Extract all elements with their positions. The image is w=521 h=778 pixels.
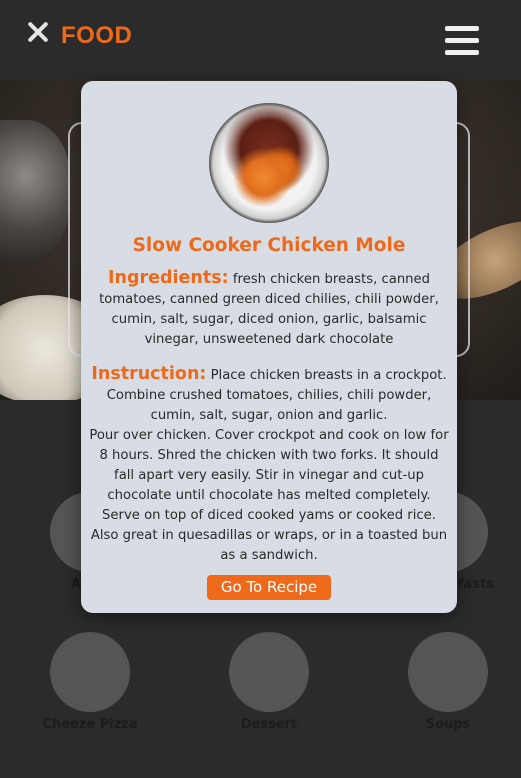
instruction-step: Pour over chicken. Cover crockpot and co…: [89, 428, 449, 503]
ingredients-heading: Ingredients:: [107, 268, 229, 288]
recipe-title: Slow Cooker Chicken Mole: [132, 235, 406, 256]
top-nav-bar: FOOD: [0, 0, 521, 80]
instruction-section: Instruction: Place chicken breasts in a …: [81, 364, 457, 386]
close-icon[interactable]: [22, 16, 54, 48]
category-thumbnail: [229, 632, 309, 712]
category-label: Cheeze Pizza: [42, 717, 138, 732]
hamburger-menu-icon[interactable]: [445, 26, 479, 56]
instruction-heading: Instruction:: [91, 364, 207, 384]
category-cheeze-pizza[interactable]: Cheeze Pizza: [30, 632, 150, 732]
go-to-recipe-button[interactable]: Go To Recipe: [207, 575, 331, 600]
instruction-step: Serve on top of diced cooked yams or coo…: [90, 508, 448, 563]
instruction-step: Combine crushed tomatoes, chilies, chili…: [106, 388, 432, 423]
category-dessert[interactable]: Dessert: [209, 632, 329, 732]
brand-logo[interactable]: FOOD: [61, 22, 132, 50]
recipe-modal: Slow Cooker Chicken Mole Ingredients: fr…: [81, 81, 457, 613]
category-thumbnail: [408, 632, 488, 712]
hero-pot-image: [0, 120, 70, 260]
category-thumbnail: [50, 632, 130, 712]
ingredients-section: Ingredients: fresh chicken breasts, cann…: [81, 268, 457, 350]
instruction-intro: Place chicken breasts in a crockpot.: [210, 368, 447, 383]
category-label: Soups: [425, 717, 471, 732]
category-soups[interactable]: Soups: [388, 632, 508, 732]
category-label: Dessert: [240, 717, 298, 732]
recipe-photo: [209, 103, 329, 223]
